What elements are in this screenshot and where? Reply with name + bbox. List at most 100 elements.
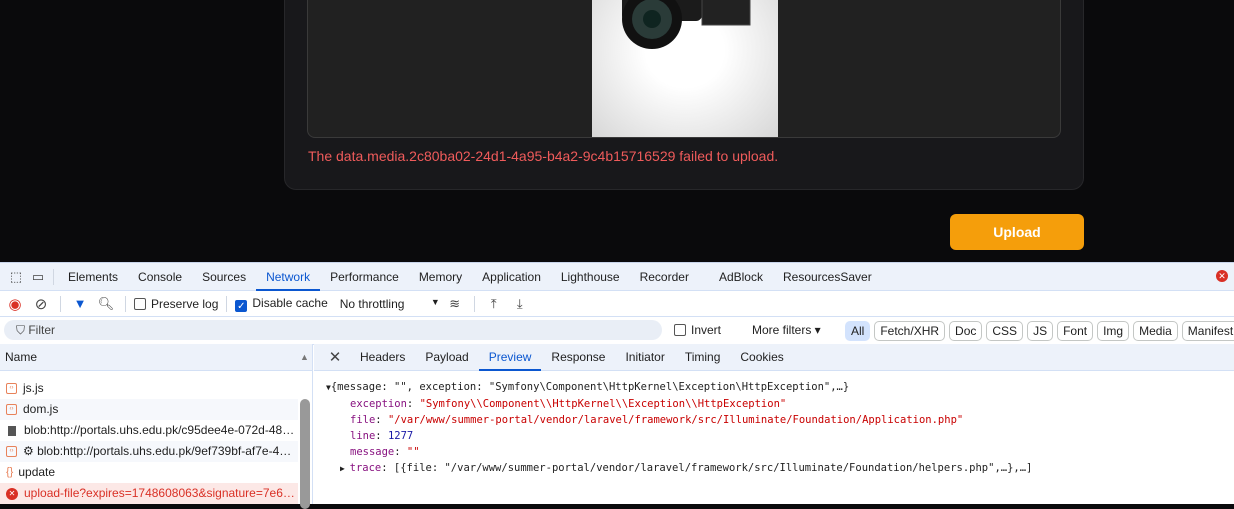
throttling-value: No throttling — [339, 296, 405, 311]
device-toolbar-icon[interactable]: ▭ — [27, 266, 49, 288]
filter-input[interactable]: ⛉ Filter — [4, 320, 662, 340]
script-file-icon: ‹› — [6, 404, 17, 415]
request-name: js.js — [23, 381, 44, 395]
script-file-icon: ‹› — [6, 383, 17, 394]
name-header-label: Name — [5, 350, 38, 364]
tab-sources[interactable]: Sources — [192, 263, 256, 291]
network-toolbar: ◉ ⊘ ▼ 🔍︎ Preserve log ✓ Disable cache No … — [0, 291, 1234, 317]
more-filters-label: More filters — [752, 323, 812, 337]
image-file-icon — [8, 425, 16, 436]
collapsed-triangle-icon: ▶ — [340, 464, 350, 473]
more-filters-dropdown[interactable]: More filters ▾ — [752, 323, 821, 337]
close-icon[interactable]: ✕ — [324, 346, 346, 368]
request-row[interactable]: blob:http://portals.uhs.edu.pk/c95dee4e-… — [0, 420, 298, 441]
upload-button[interactable]: Upload — [950, 214, 1084, 250]
tab-recorder[interactable]: Recorder — [630, 263, 699, 291]
request-name: blob:http://portals.uhs.edu.pk/c95dee4e-… — [24, 423, 295, 437]
tab-network[interactable]: Network — [256, 263, 321, 291]
json-value: 1277 — [387, 430, 414, 442]
request-rows: ‹› js.js ‹› dom.js blob:http://portals.uhs… — [0, 378, 312, 504]
json-key: file — [350, 414, 376, 426]
search-icon[interactable]: 🔍︎ — [95, 293, 117, 315]
filter-placeholder: Filter — [28, 323, 56, 337]
request-list-scrollbar[interactable] — [300, 399, 310, 509]
request-detail: ✕ Headers Payload Preview Response Initi… — [314, 344, 1234, 504]
json-value: "" — [406, 446, 420, 458]
preserve-log-checkbox[interactable]: Preserve log — [134, 297, 218, 311]
disable-cache-checkbox[interactable]: ✓ Disable cache — [235, 295, 328, 312]
detail-tabbar: ✕ Headers Payload Preview Response Initi… — [314, 344, 1234, 371]
request-row[interactable]: ‹› dom.js — [0, 399, 298, 420]
name-column-header[interactable]: Name ▲ — [0, 344, 312, 371]
request-row[interactable]: ‹› js.js — [0, 378, 298, 399]
request-list: Name ▲ ‹› js.js ‹› dom.js blob:http://porta… — [0, 344, 313, 509]
type-manifest[interactable]: Manifest — [1181, 321, 1234, 341]
type-all[interactable]: All — [845, 321, 871, 341]
request-row-failed[interactable]: ✕ upload-file?expires=1748608063&signatur… — [0, 483, 298, 504]
json-value: "/var/www/summer-portal/vendor/laravel/f… — [387, 414, 964, 426]
invert-label: Invert — [691, 323, 722, 337]
preserve-log-label: Preserve log — [151, 296, 219, 311]
tab-application[interactable]: Application — [472, 263, 551, 291]
tab-performance[interactable]: Performance — [320, 263, 409, 291]
import-har-icon[interactable]: ⤒ — [483, 293, 505, 315]
chevron-down-icon: ▼ — [430, 296, 440, 307]
request-row[interactable]: {} update — [0, 462, 298, 483]
throttling-select[interactable]: No throttling ▼ — [340, 297, 440, 311]
json-key: trace — [349, 462, 382, 474]
devtools-panel: ⬚ ▭ Elements Console Sources Network Per… — [0, 262, 1234, 509]
tab-headers[interactable]: Headers — [350, 344, 415, 371]
script-file-icon: ‹› — [6, 446, 17, 457]
json-trace[interactable]: ▶ trace: [{file: "/var/www/summer-portal… — [326, 460, 1234, 477]
json-value: "Symfony\\Component\\HttpKernel\\Excepti… — [419, 398, 787, 410]
web-page: The data.media.2c80ba02-24d1-4a95-b4a2-9… — [0, 0, 1234, 262]
error-count-icon[interactable]: ✕ — [1216, 270, 1228, 282]
json-value: [{file: "/var/www/summer-portal/vendor/l… — [393, 462, 1033, 474]
type-media[interactable]: Media — [1133, 321, 1178, 341]
json-preview: ▼{message: "", exception: "Symfony\Compo… — [314, 371, 1234, 477]
tab-console[interactable]: Console — [128, 263, 192, 291]
json-root[interactable]: ▼{message: "", exception: "Symfony\Compo… — [326, 379, 1234, 396]
tab-preview[interactable]: Preview — [478, 344, 542, 371]
json-summary: {message: "", exception: "Symfony\Compon… — [330, 381, 850, 393]
tab-response[interactable]: Response — [541, 344, 615, 371]
inspect-element-icon[interactable]: ⬚ — [5, 266, 27, 288]
filter-funnel-icon: ⛉ — [16, 323, 29, 337]
type-js[interactable]: JS — [1027, 321, 1054, 341]
sort-up-icon: ▲ — [300, 352, 309, 362]
devtools-tabbar: ⬚ ▭ Elements Console Sources Network Per… — [0, 262, 1234, 291]
json-key: line — [350, 430, 376, 442]
request-name: update — [18, 465, 56, 479]
request-row[interactable]: ‹› ⚙ blob:http://portals.uhs.edu.pk/9ef73… — [0, 441, 298, 462]
tab-payload[interactable]: Payload — [415, 344, 478, 371]
json-key: exception — [350, 398, 407, 410]
clear-icon[interactable]: ⊘ — [30, 293, 52, 315]
json-key: message — [350, 446, 395, 458]
record-stop-icon[interactable]: ◉ — [4, 293, 26, 315]
media-dropzone[interactable] — [307, 0, 1061, 138]
type-doc[interactable]: Doc — [949, 321, 983, 341]
error-icon: ✕ — [6, 487, 18, 500]
tab-adblock[interactable]: AdBlock — [709, 263, 773, 291]
tab-cookies[interactable]: Cookies — [730, 344, 793, 371]
type-font[interactable]: Font — [1057, 321, 1094, 341]
type-css[interactable]: CSS — [986, 321, 1024, 341]
tab-timing[interactable]: Timing — [675, 344, 731, 371]
invert-checkbox[interactable]: Invert — [674, 323, 721, 337]
tab-elements[interactable]: Elements — [58, 263, 128, 291]
fetch-icon: {} — [6, 466, 14, 478]
tab-resourcessaver[interactable]: ResourcesSaver — [773, 263, 882, 291]
filter-icon[interactable]: ▼ — [69, 293, 91, 315]
tab-memory[interactable]: Memory — [409, 263, 472, 291]
request-name: upload-file?expires=1748608063&signature… — [24, 486, 295, 500]
resource-type-filters: All Fetch/XHR Doc CSS JS Font Img Media … — [845, 321, 1234, 341]
disable-cache-label: Disable cache — [252, 295, 328, 310]
type-fetch-xhr[interactable]: Fetch/XHR — [874, 321, 946, 341]
tab-lighthouse[interactable]: Lighthouse — [551, 263, 630, 291]
tab-initiator[interactable]: Initiator — [615, 344, 674, 371]
filter-row: ⛉ Filter Invert More filters ▾ All Fetch… — [0, 317, 1234, 345]
export-har-icon[interactable]: ⤓ — [509, 293, 531, 315]
type-img[interactable]: Img — [1097, 321, 1130, 341]
upload-error-message: The data.media.2c80ba02-24d1-4a95-b4a2-9… — [308, 148, 779, 164]
network-conditions-icon[interactable]: ≋ — [444, 293, 466, 315]
